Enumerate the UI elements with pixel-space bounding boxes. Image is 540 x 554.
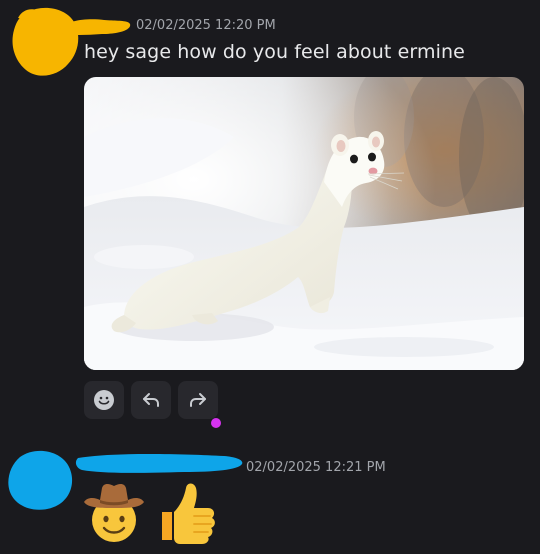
forward-button[interactable] [178, 381, 218, 419]
add-reaction-button[interactable] [84, 381, 124, 419]
message-text: hey sage how do you feel about ermine [84, 41, 465, 63]
avatar-redacted-blue[interactable] [6, 447, 74, 511]
emoji-message [82, 478, 218, 544]
username-redacted-blue[interactable] [74, 450, 246, 476]
reply-icon [143, 393, 159, 407]
username-redacted-yellow[interactable] [58, 14, 132, 38]
image-attachment[interactable] [84, 77, 524, 370]
forward-icon [190, 393, 206, 407]
thumbs-up-emoji[interactable] [154, 478, 218, 544]
reply-button[interactable] [131, 381, 171, 419]
message-timestamp: 02/02/2025 12:21 PM [246, 460, 386, 475]
smiley-icon [94, 390, 114, 410]
message-action-bar [84, 381, 218, 419]
cowboy-face-emoji[interactable] [82, 478, 146, 544]
status-dot [211, 418, 221, 428]
message-timestamp: 02/02/2025 12:20 PM [136, 18, 276, 33]
ermine-photo [84, 77, 524, 370]
